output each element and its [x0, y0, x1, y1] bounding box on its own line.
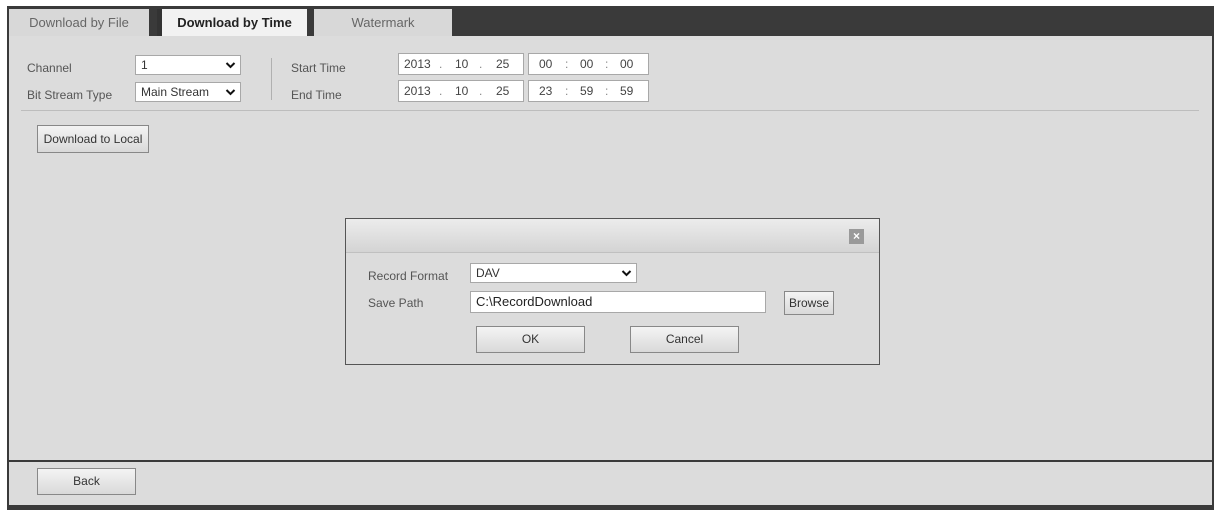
tab-download-by-file[interactable]: Download by File — [9, 9, 149, 36]
end-clock-field[interactable]: 23 : 59 : 59 — [528, 80, 649, 102]
divider — [271, 58, 272, 100]
end-second[interactable]: 59 — [620, 81, 633, 101]
dialog-header: × — [346, 219, 879, 253]
date-separator: . — [439, 57, 443, 71]
end-hour[interactable]: 23 — [539, 81, 552, 101]
time-separator: : — [605, 57, 609, 71]
app-frame: Download by File Download by Time Waterm… — [7, 6, 1214, 510]
time-separator: : — [565, 57, 569, 71]
record-format-value: DAV — [476, 266, 500, 280]
start-minute[interactable]: 00 — [580, 54, 593, 74]
start-month[interactable]: 10 — [455, 54, 468, 74]
bit-stream-type-label: Bit Stream Type — [27, 88, 113, 102]
section-divider — [21, 110, 1199, 111]
start-date-field[interactable]: 2013 . 10 . 25 — [398, 53, 524, 75]
date-separator: . — [479, 84, 483, 98]
cancel-button[interactable]: Cancel — [630, 326, 739, 353]
date-separator: . — [439, 84, 443, 98]
end-minute[interactable]: 59 — [580, 81, 593, 101]
channel-select[interactable]: 1 — [135, 55, 241, 75]
start-year[interactable]: 2013 — [404, 54, 431, 74]
tab-watermark[interactable]: Watermark — [314, 9, 452, 36]
start-clock-field[interactable]: 00 : 00 : 00 — [528, 53, 649, 75]
browse-button[interactable]: Browse — [784, 291, 834, 315]
chevron-down-icon — [225, 56, 236, 80]
bit-stream-type-value: Main Stream — [141, 85, 210, 99]
end-month[interactable]: 10 — [455, 81, 468, 101]
ok-button[interactable]: OK — [476, 326, 585, 353]
chevron-down-icon — [621, 264, 632, 288]
close-icon[interactable]: × — [849, 229, 864, 244]
footer-bar: Back — [9, 462, 1212, 505]
tab-download-by-time[interactable]: Download by Time — [157, 9, 307, 36]
end-year[interactable]: 2013 — [404, 81, 431, 101]
end-day[interactable]: 25 — [496, 81, 509, 101]
time-separator: : — [605, 84, 609, 98]
save-path-label: Save Path — [368, 296, 424, 310]
record-format-label: Record Format — [368, 269, 449, 283]
record-format-select[interactable]: DAV — [470, 263, 637, 283]
download-dialog: × Record Format DAV Save Path C:\RecordD… — [345, 218, 880, 365]
tab-bar: Download by File Download by Time Waterm… — [7, 6, 1214, 36]
time-separator: : — [565, 84, 569, 98]
end-time-label: End Time — [291, 88, 342, 102]
start-second[interactable]: 00 — [620, 54, 633, 74]
start-day[interactable]: 25 — [496, 54, 509, 74]
download-to-local-button[interactable]: Download to Local — [37, 125, 149, 153]
back-button[interactable]: Back — [37, 468, 136, 495]
end-date-field[interactable]: 2013 . 10 . 25 — [398, 80, 524, 102]
save-path-input[interactable]: C:\RecordDownload — [470, 291, 766, 313]
start-hour[interactable]: 00 — [539, 54, 552, 74]
channel-label: Channel — [27, 61, 72, 75]
channel-value: 1 — [141, 58, 148, 72]
chevron-down-icon — [225, 83, 236, 107]
bit-stream-type-select[interactable]: Main Stream — [135, 82, 241, 102]
start-time-label: Start Time — [291, 61, 346, 75]
date-separator: . — [479, 57, 483, 71]
download-panel: Channel 1 Bit Stream Type Main Stream St… — [9, 36, 1212, 460]
